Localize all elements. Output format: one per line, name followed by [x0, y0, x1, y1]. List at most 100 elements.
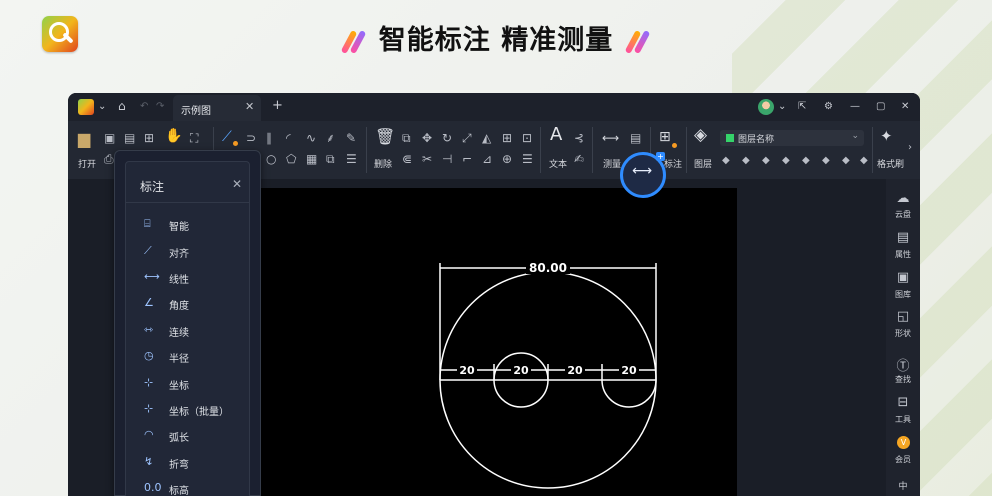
- arc-icon[interactable]: ◜: [286, 132, 291, 145]
- mtext-icon[interactable]: ⊰: [574, 132, 584, 145]
- panel-item-label: 连续: [169, 328, 189, 339]
- home-icon[interactable]: ⌂: [118, 99, 126, 113]
- new-file-icon[interactable]: ⊞: [144, 132, 154, 145]
- circle-icon[interactable]: ○: [266, 153, 276, 166]
- app-logo-icon[interactable]: [78, 99, 94, 115]
- avatar[interactable]: [758, 99, 774, 115]
- layer-off-icon[interactable]: ◆: [722, 154, 730, 167]
- extend-icon[interactable]: ⊣: [442, 153, 452, 166]
- find-icon[interactable]: Ⓣ: [895, 355, 911, 374]
- annotate-label: 标注: [664, 160, 683, 170]
- measure-icon[interactable]: ⟷: [602, 132, 619, 145]
- close-icon[interactable]: ✕: [232, 177, 242, 191]
- panel-item-9[interactable]: ↯ 折弯: [144, 453, 244, 473]
- cloud-icon[interactable]: ☁: [895, 191, 911, 206]
- layer-settings-icon[interactable]: ◆: [860, 154, 868, 167]
- polygon-icon[interactable]: ⬠: [286, 153, 296, 166]
- panel-item-6[interactable]: ⊹ 坐标: [144, 374, 244, 394]
- separator: [872, 127, 873, 173]
- trash-icon[interactable]: 🗑: [375, 129, 395, 145]
- move-icon[interactable]: ✥: [422, 132, 432, 145]
- library-icon[interactable]: ▣: [895, 270, 911, 285]
- shapes-icon[interactable]: ◱: [895, 309, 911, 324]
- save-icon[interactable]: ▣: [104, 132, 115, 145]
- explode-icon[interactable]: ⊡: [522, 132, 532, 145]
- sketch-icon[interactable]: ✎: [346, 132, 356, 145]
- annotation-panel-body: 标注 ✕ ⌸ 智能 ⟋ 对齐 ⟷ 线性 ∠ 角度 ⇿ 连续 ◷ 半径 ⊹ 坐标 ⊹ 坐标（批量） ◠ 弧长 ↯ 折弯 0…: [125, 161, 250, 496]
- annotate-icon[interactable]: ⊞: [659, 130, 671, 144]
- scale-icon[interactable]: ⤢: [462, 132, 472, 145]
- sidebar-label-language[interactable]: 中: [886, 479, 920, 492]
- layer-match-icon[interactable]: ◆: [802, 154, 810, 167]
- pan-hand-icon[interactable]: ✋: [165, 129, 182, 143]
- right-sidebar: ☁ 云盘 ▤ 属性 ▣ 图库 ◱ 形状 Ⓣ 查找 ⊟ 工具 V 会员 中: [886, 179, 920, 496]
- chevron-down-icon[interactable]: ⌄: [98, 101, 106, 112]
- layer-freeze-icon[interactable]: ◆: [762, 154, 770, 167]
- close-icon[interactable]: ✕: [901, 101, 909, 112]
- chevron-down-icon[interactable]: ⌄: [778, 101, 786, 112]
- panel-item-0[interactable]: ⌸ 智能: [144, 215, 244, 235]
- dim-text-segment-2: 20: [513, 364, 529, 377]
- panel-item-2[interactable]: ⟷ 线性: [144, 268, 244, 288]
- headline: 智能标注 精准测量: [0, 18, 992, 57]
- layer-color-swatch: [726, 134, 734, 142]
- fillet-icon[interactable]: ⌐: [462, 153, 472, 166]
- minimize-icon[interactable]: —: [850, 101, 860, 112]
- double-line-icon[interactable]: ∥: [266, 132, 272, 145]
- toolbox-icon[interactable]: ⊟: [895, 395, 911, 410]
- chevron-right-icon[interactable]: ›: [908, 141, 912, 154]
- list-icon[interactable]: ☰: [346, 153, 357, 166]
- redo-icon[interactable]: ↷: [156, 101, 164, 112]
- layer-delete-icon[interactable]: ◆: [842, 154, 850, 167]
- panel-item-10[interactable]: 0.0 标高: [144, 479, 244, 496]
- join-icon[interactable]: ⊕: [502, 153, 512, 166]
- layer-lock-icon[interactable]: ◆: [782, 154, 790, 167]
- close-icon[interactable]: ✕: [245, 100, 254, 113]
- zoom-extents-icon[interactable]: ⛶: [190, 132, 198, 145]
- undo-icon[interactable]: ↶: [140, 101, 148, 112]
- tab-document[interactable]: 示例图 ✕: [173, 95, 261, 121]
- offset-icon[interactable]: ⋐: [402, 153, 412, 166]
- array-icon[interactable]: ⊞: [502, 132, 512, 145]
- hatch-icon[interactable]: ▦: [306, 153, 317, 166]
- properties-list-icon[interactable]: ☰: [522, 153, 533, 166]
- plus-icon[interactable]: +: [272, 98, 283, 113]
- polyline-icon[interactable]: ⊃: [246, 132, 256, 145]
- drawing-canvas[interactable]: 80.00 20 20 20 20: [260, 188, 737, 496]
- layer-dropdown[interactable]: 图层名称 ⌄: [720, 130, 864, 146]
- rotate-icon[interactable]: ↻: [442, 132, 452, 145]
- spline-icon[interactable]: ∿: [306, 132, 316, 145]
- maximize-icon[interactable]: ▢: [876, 101, 885, 112]
- panel-item-7[interactable]: ⊹ 坐标（批量）: [144, 400, 244, 420]
- format-brush-icon[interactable]: ✦: [880, 129, 893, 144]
- share-icon[interactable]: ⇱: [798, 101, 806, 112]
- separator: [686, 127, 687, 173]
- small-arc: [601, 379, 657, 408]
- dimension-icon: ⟷: [632, 163, 653, 179]
- decor-slash-icon: [624, 28, 651, 56]
- panel-item-5[interactable]: ◷ 半径: [144, 347, 244, 367]
- revcloud-icon[interactable]: ⸙: [326, 132, 335, 145]
- copy-icon[interactable]: ⧉: [402, 132, 411, 145]
- panel-item-1[interactable]: ⟋ 对齐: [144, 242, 244, 262]
- trim-icon[interactable]: ✂: [422, 153, 432, 166]
- layers-icon[interactable]: ◈: [694, 127, 707, 144]
- settings-icon[interactable]: ⚙: [824, 101, 833, 112]
- vip-icon[interactable]: V: [897, 436, 910, 449]
- panel-item-8[interactable]: ◠ 弧长: [144, 426, 244, 446]
- area-measure-icon[interactable]: ▤: [630, 132, 641, 145]
- chamfer-icon[interactable]: ⊿: [482, 153, 492, 166]
- save-as-icon[interactable]: ▤: [124, 132, 135, 145]
- panel-item-3[interactable]: ∠ 角度: [144, 294, 244, 314]
- panel-item-4[interactable]: ⇿ 连续: [144, 321, 244, 341]
- layer-current-icon[interactable]: ◆: [822, 154, 830, 167]
- print-icon[interactable]: ⎙: [104, 153, 114, 166]
- properties-icon[interactable]: ▤: [895, 230, 911, 245]
- text-edit-icon[interactable]: ✍: [574, 153, 584, 166]
- line-tool-icon[interactable]: ⟋: [222, 130, 232, 144]
- layer-isolate-icon[interactable]: ◆: [742, 154, 750, 167]
- mirror-icon[interactable]: ◭: [482, 132, 491, 145]
- text-icon[interactable]: A: [550, 126, 562, 144]
- block-icon[interactable]: ⧉: [326, 153, 335, 166]
- folder-icon[interactable]: ▆: [78, 131, 90, 147]
